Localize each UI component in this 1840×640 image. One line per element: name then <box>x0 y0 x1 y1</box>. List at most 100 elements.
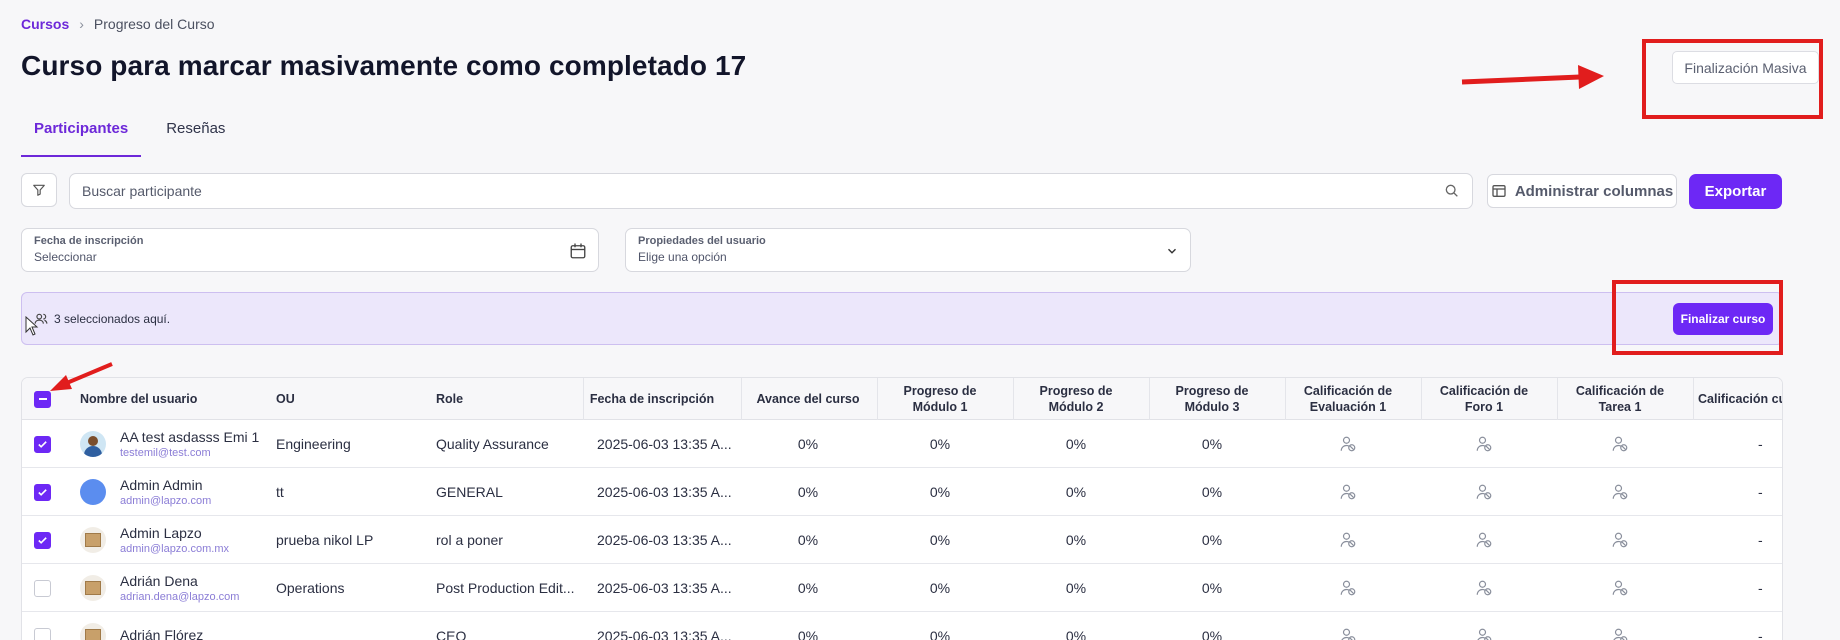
row-checkbox-cell <box>34 564 54 612</box>
row-checkbox[interactable] <box>34 483 51 501</box>
progress-cell: 0% <box>797 628 819 640</box>
table-row[interactable]: Admin Lapzo admin@lapzo.com.mx prueba niko… <box>22 516 1782 564</box>
eval-1-cell[interactable] <box>1290 564 1406 612</box>
header-task-1[interactable]: Calificación de Tarea 1 <box>1562 378 1678 420</box>
header-module-2[interactable]: Progreso de Módulo 2 <box>1026 378 1126 420</box>
eval-1-cell[interactable] <box>1290 516 1406 564</box>
eval-1-cell[interactable] <box>1290 612 1406 640</box>
role-cell: Post Production Edit... <box>436 580 575 596</box>
calendar-icon <box>570 243 586 259</box>
grade-pending-icon <box>1612 532 1628 548</box>
tab-participantes[interactable]: Participantes <box>21 112 142 157</box>
tabs: Participantes Reseñas <box>21 112 238 157</box>
header-module-3[interactable]: Progreso de Módulo 3 <box>1162 378 1262 420</box>
search-box[interactable]: Buscar participante <box>69 173 1473 209</box>
grade-pending-icon <box>1340 580 1356 596</box>
user-name[interactable]: Adrián Dena <box>120 573 239 589</box>
header-enroll[interactable]: Fecha de inscripción <box>582 378 722 420</box>
header-eval-1[interactable]: Calificación de Evaluación 1 <box>1290 378 1406 420</box>
user-properties-label: Propiedades del usuario <box>638 235 766 247</box>
forum-1-cell[interactable] <box>1426 612 1542 640</box>
check-icon <box>38 488 47 496</box>
avatar <box>80 575 106 601</box>
grade-pending-icon <box>1476 532 1492 548</box>
user-name[interactable]: Adrián Flórez <box>120 627 203 640</box>
breadcrumb-current: Progreso del Curso <box>93 16 215 32</box>
avatar <box>80 527 106 553</box>
module-1-cell: 0% <box>929 484 951 500</box>
avatar <box>80 431 106 457</box>
selection-bar: 3 seleccionados aquí. <box>21 292 1783 345</box>
row-checkbox[interactable] <box>34 435 51 453</box>
mouse-cursor-icon <box>25 316 39 336</box>
header-progress[interactable]: Avance del curso <box>742 378 874 420</box>
header-ou[interactable]: OU <box>276 378 396 420</box>
table-row[interactable]: AA test asdasss Emi 1 testemil@test.com En… <box>22 420 1782 468</box>
task-1-cell[interactable] <box>1562 612 1678 640</box>
header-role[interactable]: Role <box>436 378 566 420</box>
enrollment-date-select[interactable]: Fecha de inscripción Seleccionar <box>21 228 599 272</box>
tab-resenas[interactable]: Reseñas <box>153 112 238 157</box>
user-properties-select[interactable]: Propiedades del usuario Elige una opción <box>625 228 1191 272</box>
task-1-cell[interactable] <box>1562 516 1678 564</box>
task-1-cell[interactable] <box>1562 420 1678 468</box>
progress-cell: 0% <box>797 580 819 596</box>
row-checkbox[interactable] <box>34 579 51 597</box>
header-module-1[interactable]: Progreso de Módulo 1 <box>890 378 990 420</box>
filter-button[interactable] <box>21 173 57 207</box>
module-1-cell: 0% <box>929 628 951 640</box>
eval-1-cell[interactable] <box>1290 468 1406 516</box>
eval-1-cell[interactable] <box>1290 420 1406 468</box>
module-3-cell: 0% <box>1201 580 1223 596</box>
row-checkbox[interactable] <box>34 627 51 640</box>
annotation-arrow-icon <box>1461 65 1604 89</box>
manage-columns-button[interactable]: Administrar columnas <box>1487 174 1677 208</box>
header-course-grade[interactable]: Calificación curso <box>1698 378 1782 420</box>
search-input[interactable]: Buscar participante <box>82 183 1444 199</box>
user-cell: AA test asdasss Emi 1 testemil@test.com <box>120 420 280 468</box>
course-grade-cell: - <box>1758 436 1763 452</box>
ou-cell: Operations <box>276 580 345 596</box>
user-name[interactable]: Admin Admin <box>120 477 211 493</box>
user-name[interactable]: AA test asdasss Emi 1 <box>120 429 259 445</box>
grade-pending-icon <box>1341 628 1356 640</box>
row-checkbox[interactable] <box>34 531 51 549</box>
user-cell: Admin Admin admin@lapzo.com <box>120 468 280 516</box>
task-1-cell[interactable] <box>1562 564 1678 612</box>
enroll-cell: 2025-06-03 13:35 A... <box>597 628 732 640</box>
row-checkbox-cell <box>34 516 54 564</box>
enroll-cell: 2025-06-03 13:35 A... <box>597 580 732 596</box>
table-row[interactable]: Adrián Dena adrian.dena@lapzo.com Operatio… <box>22 564 1782 612</box>
table-row[interactable]: Adrián Flórez CEO 2025-06-03 13:35 A... 0% 0… <box>22 612 1782 640</box>
module-3-cell: 0% <box>1201 484 1223 500</box>
forum-1-cell[interactable] <box>1426 564 1542 612</box>
annotation-box-bulk <box>1642 39 1823 119</box>
module-3-cell: 0% <box>1201 628 1223 640</box>
export-button[interactable]: Exportar <box>1689 174 1782 209</box>
table-row[interactable]: Admin Admin admin@lapzo.com tt GENERAL 2025-… <box>22 468 1782 516</box>
breadcrumb-link-cursos[interactable]: Cursos <box>21 16 69 32</box>
user-name[interactable]: Admin Lapzo <box>120 525 229 541</box>
table-header: Nombre del usuario OU Role Fecha de insc… <box>22 378 1782 420</box>
avatar-cell <box>80 420 110 468</box>
module-2-cell: 0% <box>1065 580 1087 596</box>
user-email: testemil@test.com <box>120 447 211 459</box>
grade-pending-icon <box>1476 436 1492 452</box>
course-grade-cell: - <box>1758 628 1763 640</box>
module-2-cell: 0% <box>1065 532 1087 548</box>
enroll-cell: 2025-06-03 13:35 A... <box>597 532 732 548</box>
avatar <box>80 479 106 505</box>
header-forum-1[interactable]: Calificación de Foro 1 <box>1426 378 1542 420</box>
module-1-cell: 0% <box>929 532 951 548</box>
forum-1-cell[interactable] <box>1426 516 1542 564</box>
course-grade-cell: - <box>1758 532 1763 548</box>
avatar-cell <box>80 468 110 516</box>
module-3-cell: 0% <box>1201 436 1223 452</box>
forum-1-cell[interactable] <box>1426 468 1542 516</box>
user-properties-value: Elige una opción <box>638 250 727 264</box>
forum-1-cell[interactable] <box>1426 420 1542 468</box>
module-1-cell: 0% <box>929 580 951 596</box>
grade-pending-icon <box>1612 580 1628 596</box>
task-1-cell[interactable] <box>1562 468 1678 516</box>
chevron-down-icon <box>1168 248 1176 254</box>
